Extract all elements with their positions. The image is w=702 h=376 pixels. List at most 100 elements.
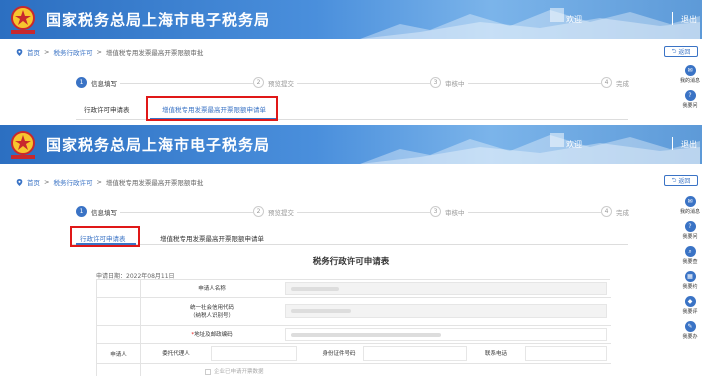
right-toolbar: ✉ 我的消息 ? 我要问 ⌕ 我要查 ▦ 我要约 ◆ 我要评 ✎ 我要办	[678, 196, 702, 346]
step-label: 信息填写	[91, 79, 117, 88]
location-pin-icon	[16, 178, 23, 186]
toolbar-label: 我要问	[682, 234, 698, 240]
progress-line	[80, 212, 630, 213]
breadcrumb-separator: >	[44, 178, 50, 186]
breadcrumb-current: 增值税专用发票最高开票限额审批	[105, 179, 204, 187]
back-arrow-icon: ⮌	[671, 47, 677, 55]
step-number: 3	[430, 77, 441, 88]
shield-icon: ◆	[684, 296, 696, 307]
step-number: 3	[430, 206, 441, 217]
step-label: 预览提交	[268, 208, 294, 217]
step-3: 3 审核中	[430, 206, 468, 217]
step-number: 2	[253, 77, 264, 88]
step-2: 2 预览提交	[253, 77, 297, 88]
credit-code-label: 统一社会信用代码 （纳税人识别号）	[141, 299, 283, 325]
evaluate-button[interactable]: ◆ 我要评	[678, 296, 702, 315]
chat-icon: ✉	[684, 196, 696, 207]
toolbar-label: 我要办	[682, 334, 698, 340]
address-label-text: 地址及邮政编码	[194, 331, 233, 338]
step-number: 1	[76, 77, 87, 88]
ca-option[interactable]: 企业已申请开票数据	[205, 366, 325, 376]
back-arrow-icon: ⮌	[671, 176, 677, 184]
breadcrumb-home[interactable]: 首页	[27, 177, 40, 187]
back-label: 返回	[678, 49, 691, 56]
tab-invoice-limit[interactable]: 增值税专用发票最高开票限额申请单	[160, 233, 264, 243]
chat-icon: ✉	[684, 65, 696, 76]
calendar-icon: ▦	[684, 271, 696, 282]
applicant-name-label: 申请人名称	[198, 285, 226, 292]
step-number: 4	[601, 77, 612, 88]
question-icon: ?	[684, 221, 696, 232]
toolbar-label: 我要问	[682, 103, 698, 109]
progress-line	[80, 83, 630, 84]
option-checkbox[interactable]	[205, 369, 211, 375]
query-button[interactable]: ⌕ 我要查	[678, 246, 702, 265]
tab-permit-form[interactable]: 行政许可申请表	[84, 104, 130, 114]
back-label: 返回	[678, 178, 691, 185]
great-wall-graphic	[360, 133, 700, 164]
toolbar-label: 我要约	[682, 284, 698, 290]
tax-logo-icon	[11, 131, 35, 159]
pen-icon: ✎	[684, 321, 696, 332]
step-number: 4	[601, 206, 612, 217]
header-divider	[672, 12, 673, 25]
tab-bar-line	[72, 244, 628, 245]
header-banner: 国家税务总局上海市电子税务局 欢迎 退出	[0, 125, 702, 164]
step-1: 1 信息填写	[76, 77, 120, 88]
id-number-field[interactable]	[363, 346, 467, 361]
location-pin-icon	[16, 48, 23, 56]
highlight-box	[70, 226, 140, 247]
my-messages-button[interactable]: ✉ 我的消息	[678, 196, 702, 215]
welcome-text: 欢迎	[566, 15, 582, 24]
credit-code-label-line1: 统一社会信用代码	[189, 304, 234, 311]
breadcrumb-separator: >	[44, 48, 50, 56]
my-messages-button[interactable]: ✉ 我的消息	[678, 65, 702, 84]
breadcrumb-separator: >	[96, 178, 102, 186]
breadcrumb-level1[interactable]: 税务行政许可	[53, 177, 92, 187]
back-button[interactable]: ⮌ 返回	[664, 175, 698, 186]
step-label: 审核中	[445, 208, 465, 217]
site-title: 国家税务总局上海市电子税务局	[46, 11, 271, 29]
highlight-box	[146, 96, 278, 121]
step-number: 1	[76, 206, 87, 217]
breadcrumb-level1[interactable]: 税务行政许可	[53, 47, 92, 57]
breadcrumb: 首页 > 税务行政许可 > 增值税专用发票最高开票限额审批	[16, 177, 203, 187]
phone-field[interactable]	[525, 346, 607, 361]
toolbar-label: 我的消息	[679, 78, 700, 84]
tax-logo-icon	[11, 6, 35, 34]
application-form-table: 申请人 申请人名称 统一社会信用代码 （纳税人识别号） * 地址及邮政编码 委托…	[96, 279, 611, 376]
agent-label: 委托代理人	[162, 350, 190, 357]
ask-button[interactable]: ? 我要问	[678, 221, 702, 240]
step-label: 完成	[616, 208, 629, 217]
address-label: * 地址及邮政编码	[141, 326, 283, 344]
breadcrumb-separator: >	[96, 48, 102, 56]
redacted-value	[291, 333, 441, 337]
question-icon: ?	[684, 90, 696, 101]
toolbar-label: 我的消息	[679, 209, 700, 215]
ask-button[interactable]: ? 我要问	[678, 90, 702, 109]
step-4: 4 完成	[601, 206, 632, 217]
logout-link[interactable]: 退出	[681, 139, 697, 150]
step-label: 完成	[616, 79, 629, 88]
step-3: 3 审核中	[430, 77, 468, 88]
screenshot-bottom: 国家税务总局上海市电子税务局 欢迎 退出 首页 > 税务行政许可 > 增值税专用…	[0, 125, 702, 376]
form-title: 税务行政许可申请表	[312, 257, 390, 267]
step-2: 2 预览提交	[253, 206, 297, 217]
search-icon: ⌕	[684, 246, 696, 257]
header-divider	[672, 137, 673, 150]
agent-field[interactable]	[211, 346, 297, 361]
page: 国家税务总局上海市电子税务局 欢迎 退出 首页 > 税务行政许可 > 增值税专用…	[0, 0, 702, 376]
step-1: 1 信息填写	[76, 206, 120, 217]
step-label: 预览提交	[268, 79, 294, 88]
site-title: 国家税务总局上海市电子税务局	[46, 136, 271, 154]
breadcrumb-home[interactable]: 首页	[27, 47, 40, 57]
logout-link[interactable]: 退出	[681, 14, 697, 25]
appointment-button[interactable]: ▦ 我要约	[678, 271, 702, 290]
breadcrumb-current: 增值税专用发票最高开票限额审批	[105, 49, 204, 57]
handle-button[interactable]: ✎ 我要办	[678, 321, 702, 340]
toolbar-label: 我要查	[682, 259, 698, 265]
step-4: 4 完成	[601, 77, 632, 88]
back-button[interactable]: ⮌ 返回	[664, 46, 698, 57]
step-label: 信息填写	[91, 208, 117, 217]
ca-option-label: 企业已申请开票数据	[214, 368, 264, 375]
